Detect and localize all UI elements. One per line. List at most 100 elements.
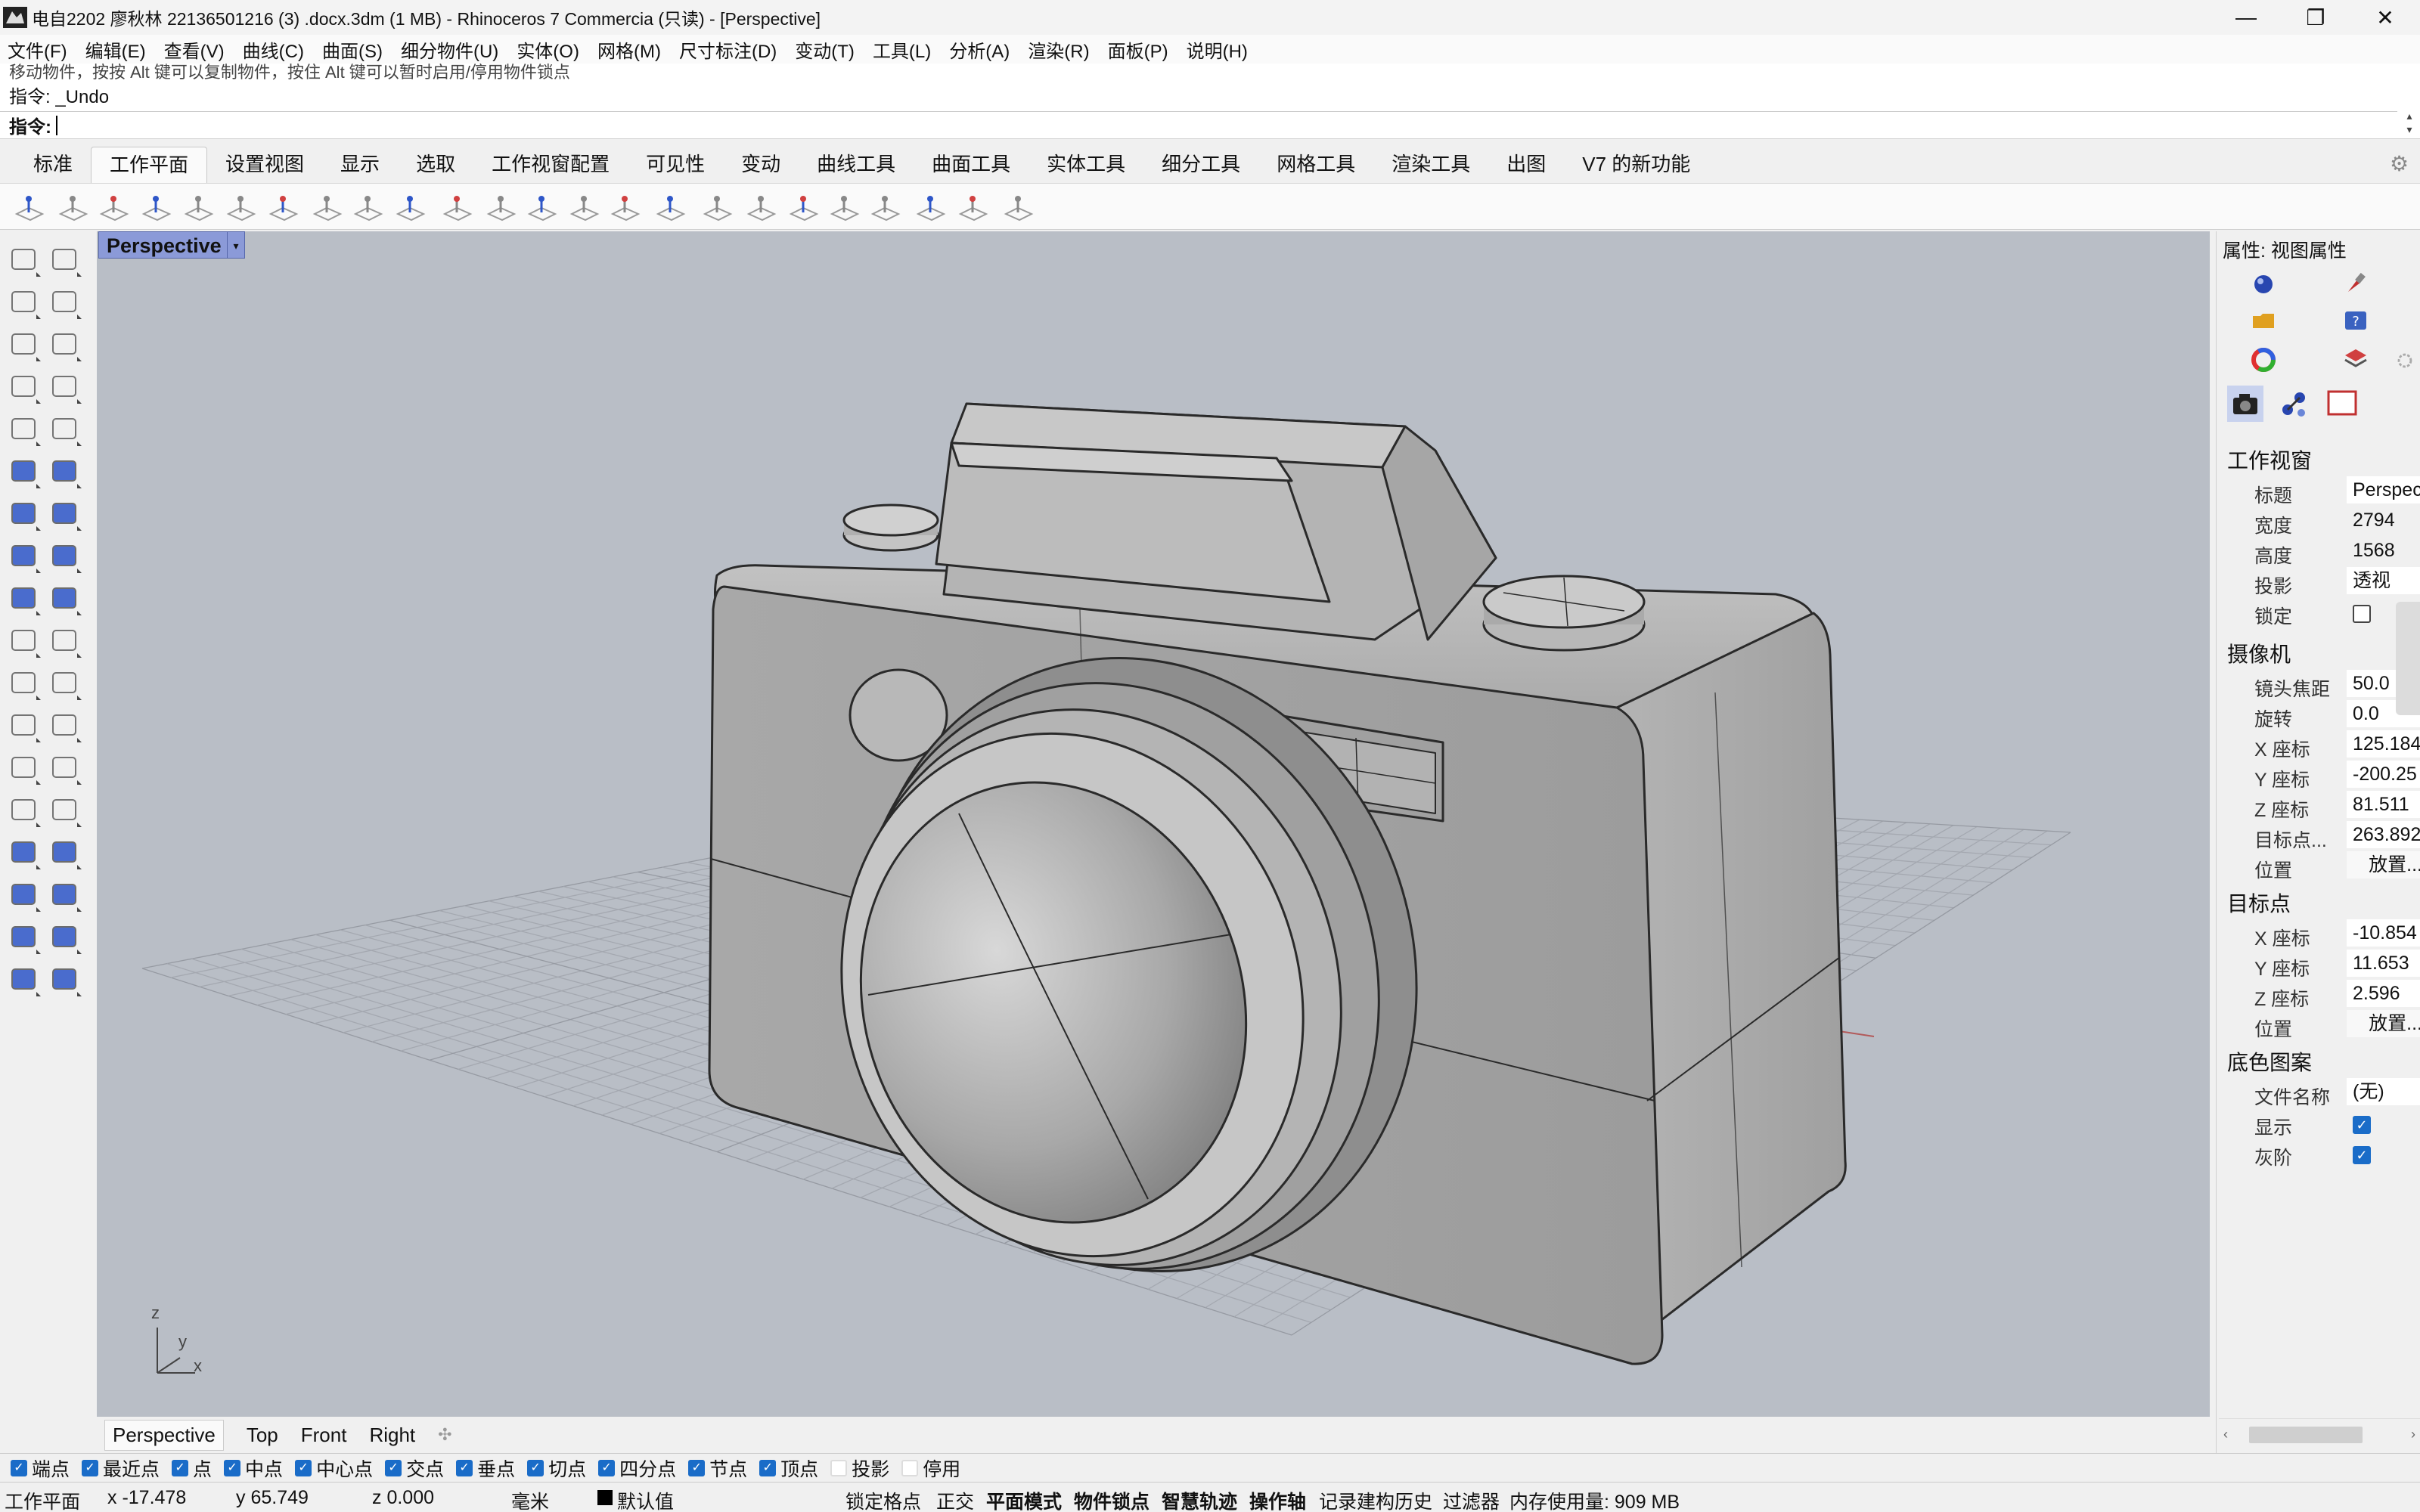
render-icon[interactable] (6, 919, 42, 956)
grid-array-icon[interactable] (6, 877, 42, 913)
osnap-project-checkbox[interactable] (830, 1459, 848, 1476)
circle-icon[interactable] (6, 327, 42, 363)
osnap-perp-checkbox[interactable]: ✓ (456, 1459, 473, 1476)
status-grid-snap[interactable]: 锁定格点 (845, 1487, 921, 1512)
tab-viewport-layout[interactable]: 工作视窗配置 (473, 147, 628, 183)
scroll-thumb[interactable] (2249, 1427, 2363, 1443)
menu-mesh[interactable]: 网格(M) (597, 36, 661, 63)
tab-visibility[interactable]: 可见性 (628, 147, 723, 183)
set-cplane-origin-icon[interactable] (14, 191, 45, 223)
rectangle-icon[interactable] (47, 369, 83, 405)
blend-icon[interactable] (47, 665, 83, 702)
prop-value-cam-y[interactable]: -200.25 (2347, 761, 2420, 788)
box-icon[interactable] (6, 496, 42, 532)
tab-cplanes[interactable]: 工作平面 (91, 147, 208, 183)
text-icon[interactable] (6, 750, 42, 786)
select-icon[interactable] (6, 242, 42, 278)
prop-value-target-dist[interactable]: 263.892 (2347, 821, 2420, 848)
set-cplane-elevation-icon[interactable] (57, 191, 89, 223)
gumball-icon[interactable] (47, 581, 83, 617)
point-icon[interactable] (47, 242, 83, 278)
prop-value-filename[interactable]: (无) (2347, 1078, 2420, 1105)
command-input[interactable] (56, 115, 57, 135)
group-icon[interactable] (6, 665, 42, 702)
menu-dimension[interactable]: 尺寸标注(D) (679, 36, 777, 63)
tab-surface-tools[interactable]: 曲面工具 (914, 147, 1028, 183)
polyline-icon[interactable] (6, 284, 42, 321)
tab-display[interactable]: 显示 (322, 147, 398, 183)
viewport-tab-front[interactable]: Front (301, 1424, 347, 1447)
offset-icon[interactable] (6, 708, 42, 744)
set-cplane-surface-icon[interactable] (141, 191, 172, 223)
fillet-icon[interactable] (47, 708, 83, 744)
save-cplane-icon[interactable] (569, 191, 600, 223)
tab-transform[interactable]: 变动 (723, 147, 799, 183)
layer-stack-icon[interactable] (2342, 346, 2369, 373)
tab-set-view[interactable]: 设置视图 (207, 147, 322, 183)
osnap-center-checkbox[interactable]: ✓ (295, 1459, 312, 1476)
molecule-icon[interactable] (2276, 386, 2312, 422)
boolean-icon[interactable] (6, 581, 42, 617)
osnap-disable-checkbox[interactable] (901, 1459, 919, 1476)
osnap-end-checkbox[interactable]: ✓ (11, 1459, 27, 1476)
tab-new-in-v7[interactable]: V7 的新功能 (1564, 147, 1708, 183)
tab-solid-tools[interactable]: 实体工具 (1028, 147, 1143, 183)
prop-value-tgt-z[interactable]: 2.596 (2347, 980, 2420, 1007)
trim-icon[interactable] (47, 623, 83, 659)
panel-gear-icon[interactable] (2395, 351, 2415, 370)
set-cplane-x-axis-icon[interactable] (225, 191, 257, 223)
rotate-cplane-icon[interactable] (655, 191, 687, 223)
status-record-history[interactable]: 记录建构历史 (1319, 1487, 1432, 1512)
camera-icon[interactable] (2227, 386, 2263, 422)
dimension-icon[interactable] (47, 835, 83, 871)
tab-curve-tools[interactable]: 曲线工具 (799, 147, 914, 183)
prop-value-tgt-y[interactable]: 11.653 (2347, 950, 2420, 977)
viewport-menu-button[interactable]: ▾ (227, 231, 245, 259)
prop-value-tgt-x[interactable]: -10.854 (2347, 919, 2420, 947)
cplane-back-icon[interactable] (870, 191, 901, 223)
scroll-right-icon[interactable]: › (2411, 1427, 2415, 1442)
panel-side-tab[interactable] (2396, 602, 2420, 715)
set-cplane-3pt-icon[interactable] (183, 191, 215, 223)
viewport-frame-icon[interactable] (2324, 386, 2360, 422)
viewport-tab-perspective[interactable]: Perspective (104, 1419, 224, 1451)
close-button[interactable]: ✕ (2350, 0, 2420, 35)
folder-icon[interactable] (2250, 307, 2277, 334)
osnap-mid-checkbox[interactable]: ✓ (224, 1459, 241, 1476)
redo-cplane-icon[interactable] (486, 191, 517, 223)
osnap-quad-checkbox[interactable]: ✓ (598, 1459, 616, 1476)
array-icon[interactable] (6, 792, 42, 829)
status-filter[interactable]: 过滤器 (1443, 1487, 1500, 1512)
osnap-knot-checkbox[interactable]: ✓ (688, 1459, 706, 1476)
osnap-near[interactable]: ✓ 最近点 (82, 1455, 160, 1482)
material-icon[interactable] (47, 962, 83, 998)
surface-corner-icon[interactable] (6, 454, 42, 490)
status-layer[interactable]: 默认值 (617, 1487, 674, 1512)
menu-render[interactable]: 渲染(R) (1028, 36, 1089, 63)
tab-subd-tools[interactable]: 细分工具 (1143, 147, 1258, 183)
sphere-icon[interactable] (47, 496, 83, 532)
panel-horizontal-scrollbar[interactable]: ‹ › (2219, 1418, 2420, 1452)
osnap-tangent[interactable]: ✓ 切点 (527, 1455, 586, 1482)
cplane-bottom-icon[interactable] (957, 191, 989, 223)
osnap-perp[interactable]: ✓ 垂点 (456, 1455, 515, 1482)
menu-tools[interactable]: 工具(L) (873, 36, 931, 63)
gear-icon[interactable]: ⚙ (2390, 151, 2412, 175)
osnap-near-checkbox[interactable]: ✓ (82, 1459, 99, 1476)
tab-mesh-tools[interactable]: 网格工具 (1258, 147, 1373, 183)
set-cplane-perp-curve-icon[interactable] (312, 191, 343, 223)
wallpaper-show-checkbox[interactable]: ✓ (2353, 1116, 2371, 1134)
menu-transform[interactable]: 变动(T) (795, 36, 855, 63)
shade-icon[interactable] (6, 962, 42, 998)
cplane-drop-icon[interactable] (746, 191, 777, 223)
osnap-tan-checkbox[interactable]: ✓ (527, 1459, 544, 1476)
mesh-icon[interactable] (6, 835, 42, 871)
split-icon[interactable] (6, 623, 42, 659)
osnap-point-checkbox[interactable]: ✓ (172, 1459, 189, 1476)
status-smarttrack[interactable]: 智慧轨迹 (1162, 1487, 1237, 1512)
tab-select[interactable]: 选取 (398, 147, 473, 183)
tab-render-tools[interactable]: 渲染工具 (1373, 147, 1488, 183)
cplane-left-icon[interactable] (915, 191, 947, 223)
osnap-quad[interactable]: ✓ 四分点 (598, 1455, 676, 1482)
osnap-knot[interactable]: ✓ 节点 (688, 1455, 747, 1482)
